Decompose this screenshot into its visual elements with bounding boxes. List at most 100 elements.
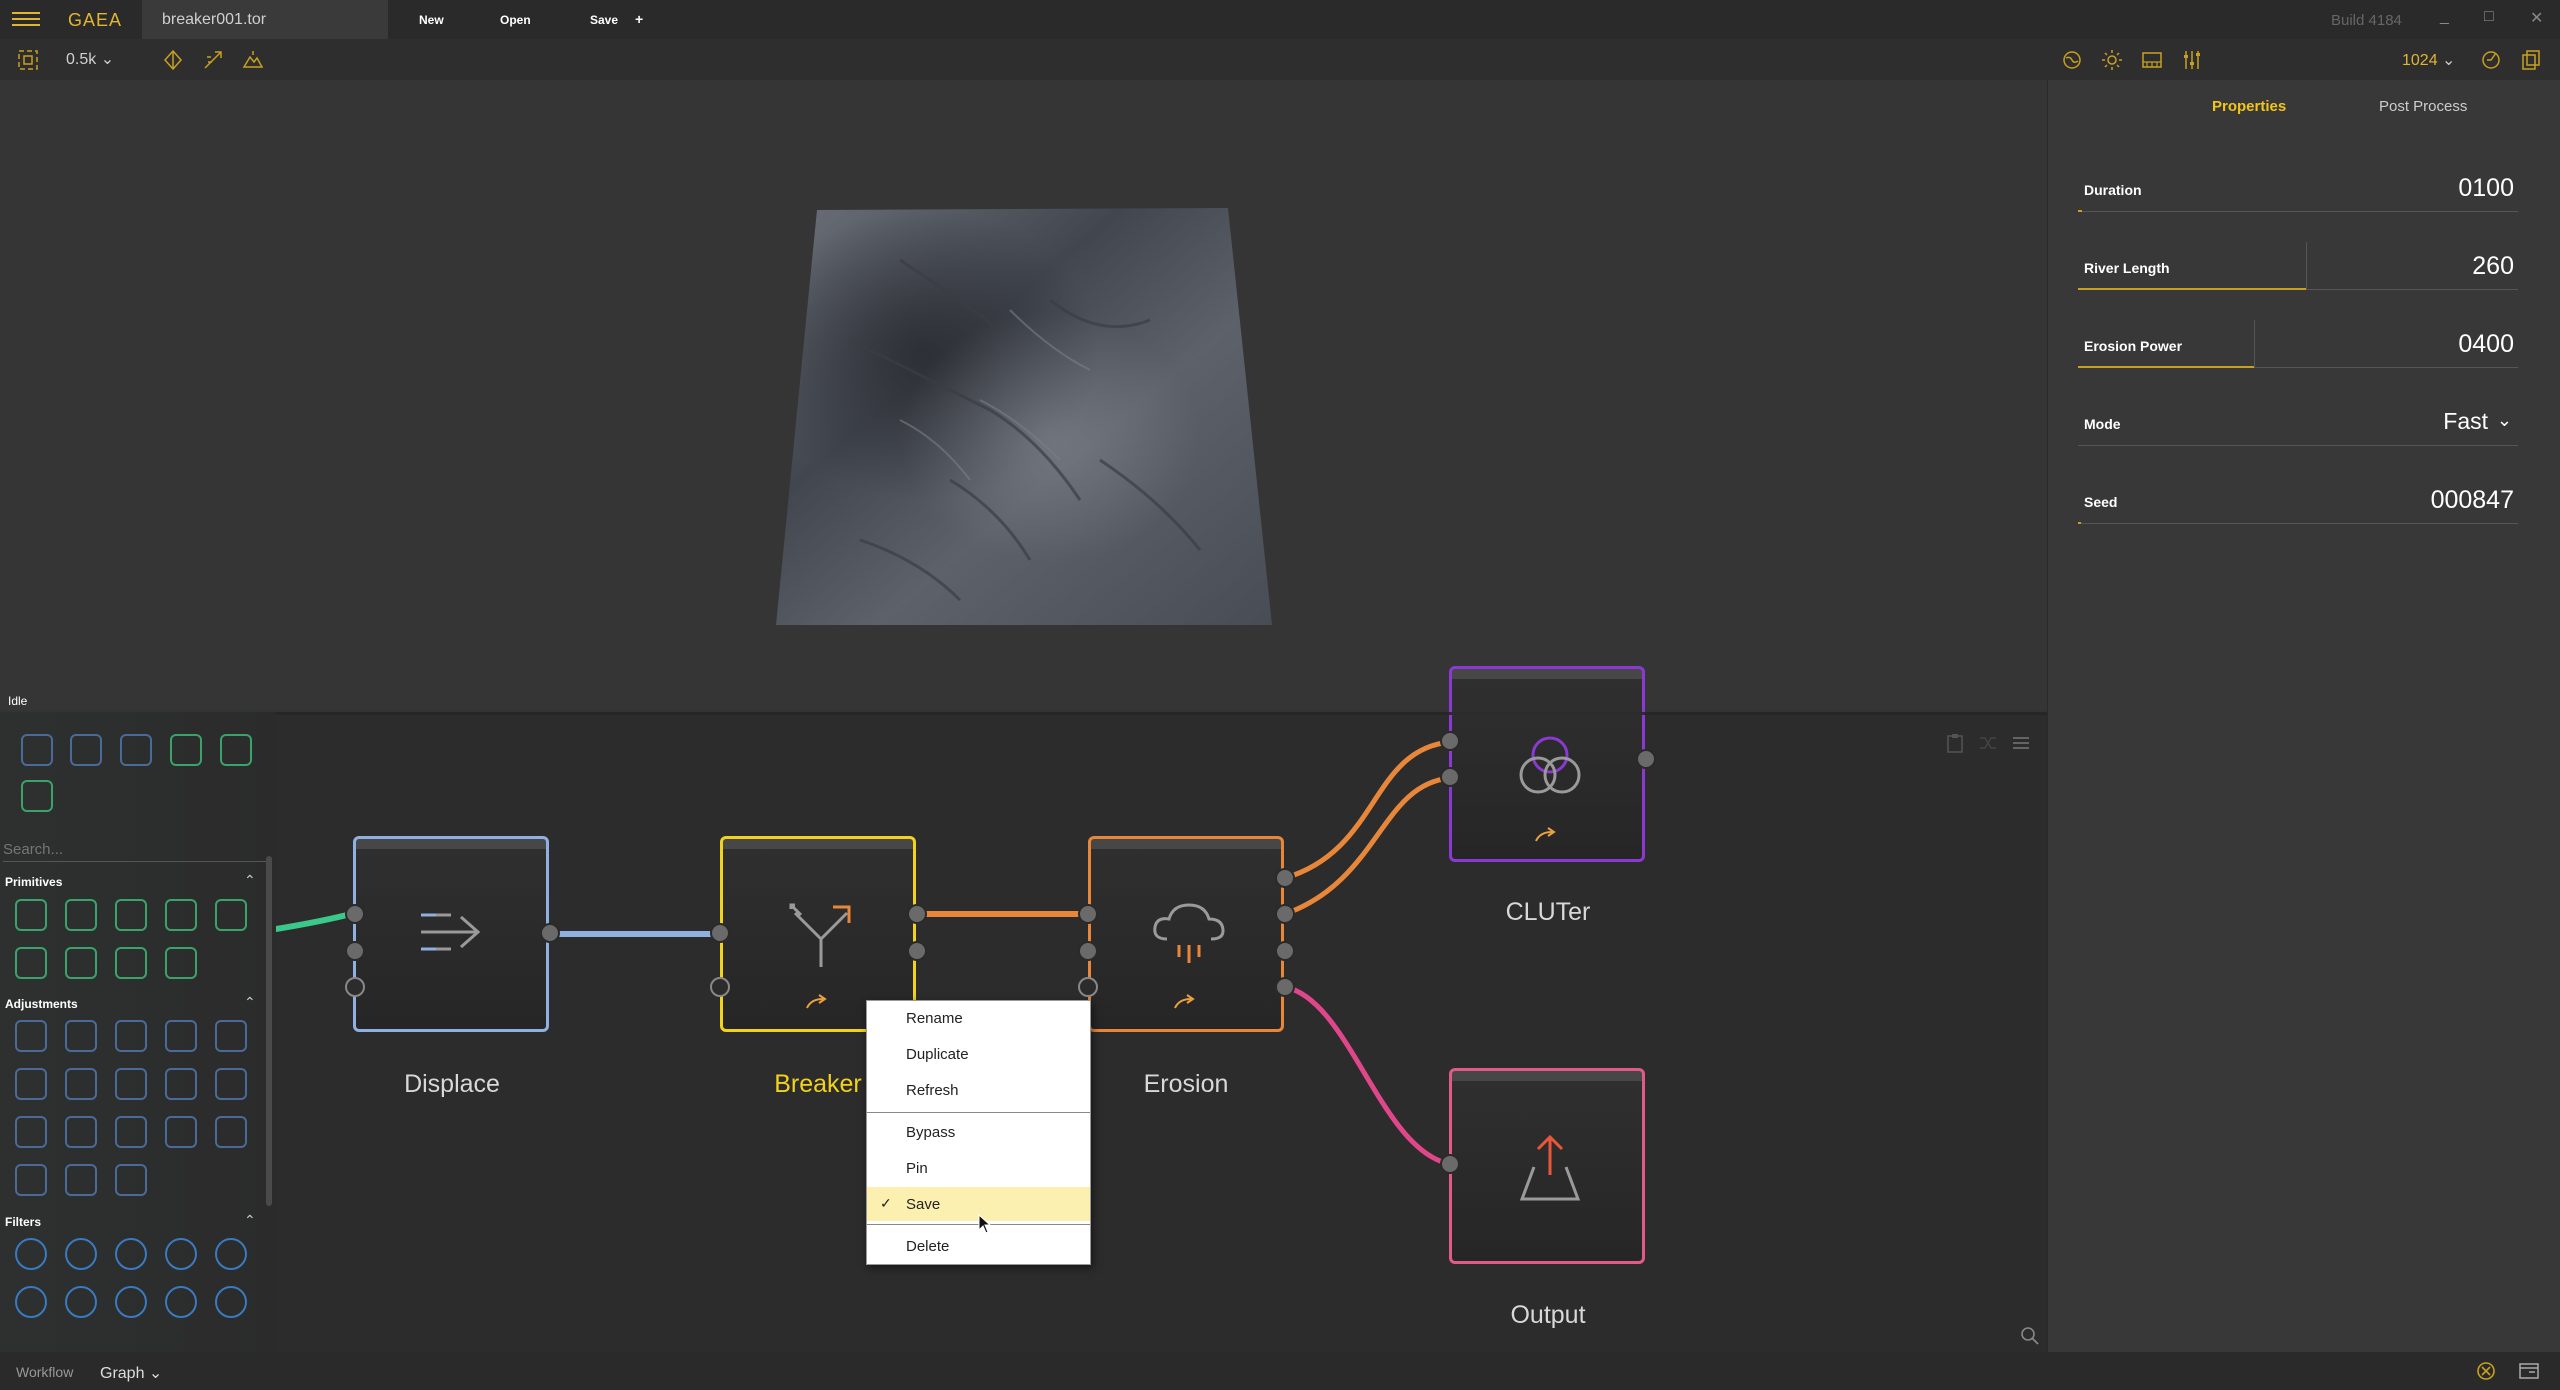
- primitive-icon[interactable]: [15, 899, 47, 931]
- menu-item-refresh[interactable]: Refresh: [867, 1073, 1090, 1107]
- breaker-output-port[interactable]: [907, 904, 927, 924]
- menu-item-rename[interactable]: Rename: [867, 1001, 1090, 1035]
- primitive-icon[interactable]: [215, 899, 247, 931]
- console-icon[interactable]: [2518, 1361, 2540, 1381]
- collapse-icon[interactable]: ⌃: [244, 872, 256, 889]
- mode-value[interactable]: Fast: [2443, 408, 2488, 435]
- sun-icon[interactable]: [2101, 49, 2123, 71]
- filter-icon[interactable]: [215, 1286, 247, 1318]
- section-filters[interactable]: Filters: [5, 1215, 41, 1229]
- save-button[interactable]: Save: [590, 13, 618, 27]
- palette-link-icon[interactable]: [220, 734, 252, 766]
- hamburger-menu-icon[interactable]: [10, 8, 42, 32]
- erosion-output-port[interactable]: [1275, 868, 1295, 888]
- maximize-button[interactable]: □: [2484, 8, 2494, 26]
- terrain-preview[interactable]: [0, 80, 2047, 710]
- primitive-icon[interactable]: [115, 899, 147, 931]
- adjustment-icon[interactable]: [65, 1020, 97, 1052]
- palette-image-icon[interactable]: [21, 734, 53, 766]
- build-resolution-select[interactable]: 1024 ⌄: [2402, 50, 2455, 70]
- view-select[interactable]: Graph ⌄: [100, 1363, 162, 1383]
- adjustment-icon[interactable]: [65, 1116, 97, 1148]
- tab-properties[interactable]: Properties: [2212, 98, 2286, 115]
- collapse-icon[interactable]: ⌃: [244, 1212, 256, 1229]
- primitive-icon[interactable]: [65, 947, 97, 979]
- primitive-icon[interactable]: [65, 899, 97, 931]
- displace-output-port[interactable]: [540, 923, 560, 943]
- displace-input-port[interactable]: [345, 941, 365, 961]
- adjustment-icon[interactable]: [215, 1116, 247, 1148]
- add-tab-button[interactable]: +: [635, 11, 643, 27]
- terrain-view-icon[interactable]: [242, 49, 264, 71]
- primitive-icon[interactable]: [15, 947, 47, 979]
- cluter-output-port[interactable]: [1636, 749, 1656, 769]
- adjustment-icon[interactable]: [15, 1164, 47, 1196]
- perspective-icon[interactable]: [162, 49, 184, 71]
- adjustment-icon[interactable]: [15, 1116, 47, 1148]
- minimize-button[interactable]: _: [2440, 8, 2449, 26]
- adjustment-icon[interactable]: [215, 1020, 247, 1052]
- filter-icon[interactable]: [165, 1238, 197, 1270]
- breaker-input-port[interactable]: [710, 977, 730, 997]
- duration-slider[interactable]: Duration 0100: [2078, 162, 2518, 212]
- section-adjustments[interactable]: Adjustments: [5, 997, 78, 1011]
- breaker-output-port[interactable]: [907, 941, 927, 961]
- palette-scrollbar[interactable]: [266, 856, 272, 1206]
- menu-item-pin[interactable]: Pin: [867, 1151, 1090, 1185]
- palette-search-input[interactable]: [3, 838, 268, 862]
- build-icon[interactable]: [2480, 49, 2502, 71]
- menu-item-delete[interactable]: Delete: [867, 1229, 1090, 1263]
- erosion-output-port[interactable]: [1275, 941, 1295, 961]
- filter-icon[interactable]: [65, 1238, 97, 1270]
- filter-icon[interactable]: [215, 1238, 247, 1270]
- open-button[interactable]: Open: [500, 13, 531, 27]
- sliders-icon[interactable]: [2181, 49, 2203, 71]
- ground-plane-icon[interactable]: [2141, 49, 2163, 71]
- adjustment-icon[interactable]: [15, 1068, 47, 1100]
- cluter-input-port[interactable]: [1440, 767, 1460, 787]
- filter-icon[interactable]: [65, 1286, 97, 1318]
- palette-shield-icon[interactable]: [21, 780, 53, 812]
- export-icon[interactable]: [2520, 49, 2542, 71]
- resolution-select[interactable]: 0.5k ⌄: [66, 49, 114, 69]
- palette-flow-icon[interactable]: [70, 734, 102, 766]
- filter-icon[interactable]: [115, 1286, 147, 1318]
- adjustment-icon[interactable]: [215, 1068, 247, 1100]
- adjustment-icon[interactable]: [65, 1164, 97, 1196]
- menu-item-duplicate[interactable]: Duplicate: [867, 1037, 1090, 1071]
- palette-terrain-icon[interactable]: [170, 734, 202, 766]
- light-direction-icon[interactable]: [202, 49, 224, 71]
- new-button[interactable]: New: [419, 13, 444, 27]
- workflow-tab[interactable]: Workflow: [16, 1364, 73, 1380]
- cancel-circle-icon[interactable]: [2476, 1361, 2496, 1381]
- cluter-input-port[interactable]: [1440, 731, 1460, 751]
- close-button[interactable]: ✕: [2530, 8, 2543, 28]
- duration-value[interactable]: 0100: [2458, 174, 2514, 203]
- mode-select[interactable]: Mode Fast ⌄: [2078, 396, 2518, 446]
- erosion-input-port[interactable]: [1078, 977, 1098, 997]
- node-erosion[interactable]: [1088, 836, 1284, 1032]
- erosion-input-port[interactable]: [1078, 904, 1098, 924]
- filter-icon[interactable]: [15, 1238, 47, 1270]
- adjustment-icon[interactable]: [165, 1116, 197, 1148]
- seed-slider[interactable]: Seed 000847: [2078, 474, 2518, 524]
- adjustment-icon[interactable]: [115, 1068, 147, 1100]
- node-output[interactable]: [1449, 1068, 1645, 1264]
- river-length-slider[interactable]: River Length 260: [2078, 240, 2518, 290]
- section-primitives[interactable]: Primitives: [5, 875, 62, 889]
- 3d-viewport[interactable]: [0, 80, 2047, 710]
- displace-input-port[interactable]: [345, 977, 365, 997]
- file-tab[interactable]: breaker001.tor: [142, 0, 388, 39]
- adjustment-icon[interactable]: [165, 1068, 197, 1100]
- adjustment-icon[interactable]: [65, 1068, 97, 1100]
- frame-icon[interactable]: [17, 49, 39, 71]
- globe-icon[interactable]: [2061, 49, 2083, 71]
- node-cluter[interactable]: [1449, 666, 1645, 862]
- tab-post-process[interactable]: Post Process: [2379, 98, 2467, 115]
- adjustment-icon[interactable]: [115, 1164, 147, 1196]
- erosion-input-port[interactable]: [1078, 941, 1098, 961]
- erosion-power-slider[interactable]: Erosion Power 0400: [2078, 318, 2518, 368]
- adjustment-icon[interactable]: [15, 1020, 47, 1052]
- displace-input-port[interactable]: [345, 904, 365, 924]
- erosion-output-port[interactable]: [1275, 977, 1295, 997]
